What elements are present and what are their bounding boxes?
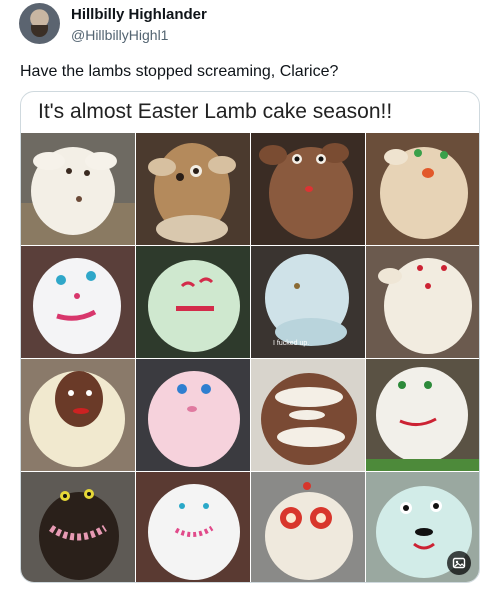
lamb-cake-photo: [366, 359, 479, 471]
tweet-media[interactable]: It's almost Easter Lamb cake season!! I …: [20, 91, 480, 583]
lamb-cake-photo: [366, 246, 479, 358]
photo-caption: I fucked up.: [273, 340, 310, 347]
tweet-text: Have the lambs stopped screaming, Claric…: [20, 63, 339, 80]
lamb-cake-photo: [21, 246, 135, 358]
lamb-cake-photo: [21, 133, 135, 245]
author-name[interactable]: Hillbilly Highlander: [71, 6, 207, 23]
lamb-cake-photo: [136, 133, 250, 245]
lamb-cake-photo: I fucked up.: [251, 246, 365, 358]
lamb-cake-photo: [136, 246, 250, 358]
lamb-cake-photo: [21, 472, 135, 582]
lamb-cake-photo: [21, 359, 135, 471]
lamb-cake-photo: [136, 359, 250, 471]
lamb-cake-photo: [136, 472, 250, 582]
lamb-cake-photo: [251, 472, 365, 582]
lamb-cake-photo: [366, 133, 479, 245]
image-badge-icon[interactable]: [447, 551, 471, 575]
media-title: It's almost Easter Lamb cake season!!: [38, 100, 393, 123]
lamb-cake-photo: [251, 133, 365, 245]
lamb-cake-photo: [251, 359, 365, 471]
avatar[interactable]: [19, 3, 60, 44]
author-handle[interactable]: @HillbillyHighl1: [71, 27, 168, 43]
tweet: Hillbilly Highlander @HillbillyHighl1 Ha…: [0, 0, 499, 600]
lamb-cake-photo: [366, 472, 479, 582]
photo-grid: I fucked up.: [21, 133, 479, 582]
